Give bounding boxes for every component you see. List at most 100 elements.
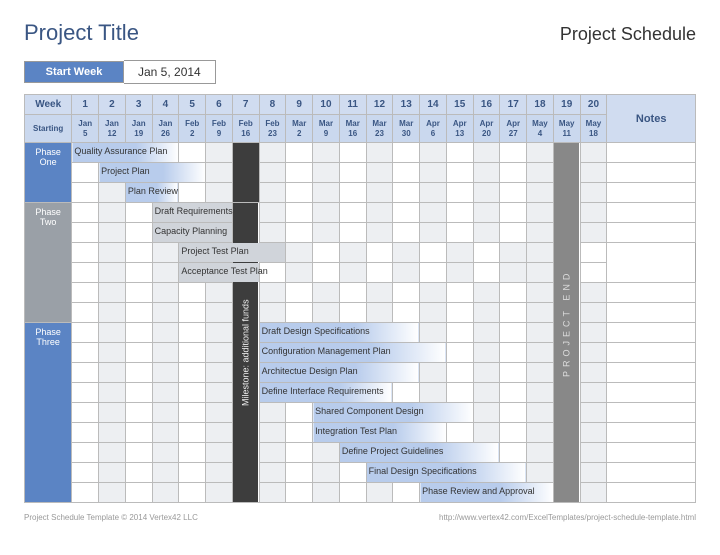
notes-cell[interactable] (607, 343, 696, 363)
notes-cell[interactable] (607, 323, 696, 343)
task-bar[interactable]: Define Project Guidelines (339, 443, 500, 463)
task-bar[interactable]: Architectue Design Plan (259, 363, 420, 383)
notes-cell[interactable] (607, 303, 696, 323)
task-bar[interactable]: Shared Component Design (313, 403, 474, 423)
grid-cell (179, 143, 206, 163)
grid-cell (420, 283, 447, 303)
notes-cell[interactable] (607, 443, 696, 463)
grid-cell (179, 403, 206, 423)
task-label: Configuration Management Plan (262, 346, 391, 356)
grid-cell (339, 483, 366, 503)
grid-cell (152, 363, 179, 383)
grid-cell (420, 143, 447, 163)
task-bar[interactable]: Quality Assurance Plan (72, 143, 179, 163)
notes-cell[interactable] (607, 163, 696, 183)
grid-cell (366, 483, 393, 503)
notes-cell[interactable] (607, 483, 696, 503)
grid-cell (99, 263, 126, 283)
gantt-grid: Week 1234567891011121314151617181920 Not… (24, 94, 696, 503)
grid-cell (72, 383, 99, 403)
task-bar[interactable]: Final Design Specifications (366, 463, 527, 483)
notes-cell[interactable] (607, 463, 696, 483)
notes-cell[interactable] (607, 423, 696, 443)
project-end-column: PROJECT END (553, 143, 580, 503)
grid-cell (72, 203, 99, 223)
task-bar[interactable]: Capacity Planning (152, 223, 232, 243)
grid-cell (580, 463, 607, 483)
grid-cell (72, 243, 99, 263)
grid-cell (125, 323, 152, 343)
grid-cell (313, 463, 340, 483)
task-bar[interactable]: Acceptance Test Plan (179, 263, 259, 283)
grid-cell (527, 163, 554, 183)
gantt-row: Project Test Plan (25, 243, 696, 263)
task-bar[interactable]: Project Test Plan (179, 243, 286, 263)
task-bar[interactable]: Project Plan (99, 163, 206, 183)
grid-cell (420, 383, 447, 403)
notes-cell[interactable] (580, 243, 607, 263)
startweek-control: Start Week Jan 5, 2014 (24, 60, 696, 84)
startweek-label: Start Week (24, 61, 124, 83)
grid-cell (473, 363, 500, 383)
grid-cell (420, 363, 447, 383)
grid-cell (259, 143, 286, 163)
phase-one-label: PhaseOne (25, 143, 72, 203)
notes-cell[interactable] (607, 403, 696, 423)
grid-cell (286, 263, 313, 283)
grid-cell (580, 443, 607, 463)
grid-cell (500, 383, 527, 403)
notes-cell[interactable] (607, 183, 696, 203)
grid-cell (99, 243, 126, 263)
grid-cell (72, 423, 99, 443)
grid-cell (473, 223, 500, 243)
grid-cell (339, 263, 366, 283)
grid-cell (125, 363, 152, 383)
grid-cell (179, 463, 206, 483)
grid-cell (259, 163, 286, 183)
grid-cell (446, 363, 473, 383)
task-bar[interactable]: Configuration Management Plan (259, 343, 446, 363)
grid-cell (286, 183, 313, 203)
grid-cell (527, 223, 554, 243)
grid-cell (99, 483, 126, 503)
task-label: Project Plan (101, 166, 150, 176)
grid-cell (99, 283, 126, 303)
grid-cell (125, 303, 152, 323)
grid-cell (72, 263, 99, 283)
notes-cell[interactable] (580, 263, 607, 283)
task-bar[interactable]: Integration Test Plan (313, 423, 447, 443)
grid-cell (99, 303, 126, 323)
task-bar[interactable]: Draft Design Specifications (259, 323, 420, 343)
notes-cell[interactable] (607, 223, 696, 243)
grid-cell (206, 303, 233, 323)
grid-cell (420, 323, 447, 343)
task-bar[interactable]: Plan Review (125, 183, 179, 203)
task-bar[interactable]: Phase Review and Approval (420, 483, 554, 503)
task-label: Draft Design Specifications (262, 326, 370, 336)
task-bar[interactable]: Draft Requirements (152, 203, 232, 223)
grid-cell (179, 323, 206, 343)
grid-cell (72, 463, 99, 483)
notes-cell[interactable] (607, 203, 696, 223)
grid-cell (580, 403, 607, 423)
task-label: Quality Assurance Plan (74, 146, 167, 156)
task-bar[interactable]: Define Interface Requirements (259, 383, 393, 403)
grid-cell (366, 243, 393, 263)
gantt-row: Acceptance Test Plan (25, 263, 696, 283)
notes-cell[interactable] (607, 383, 696, 403)
notes-cell[interactable] (607, 363, 696, 383)
grid-cell (286, 223, 313, 243)
grid-cell (366, 283, 393, 303)
grid-cell (259, 483, 286, 503)
grid-cell (473, 403, 500, 423)
grid-cell (446, 243, 473, 263)
task-label: Capacity Planning (155, 226, 228, 236)
notes-cell[interactable] (607, 143, 696, 163)
grid-cell (393, 223, 420, 243)
startweek-value[interactable]: Jan 5, 2014 (124, 60, 216, 84)
grid-cell (473, 383, 500, 403)
notes-cell[interactable] (607, 283, 696, 303)
grid-cell (500, 403, 527, 423)
grid-cell (206, 463, 233, 483)
grid-cell (286, 283, 313, 303)
